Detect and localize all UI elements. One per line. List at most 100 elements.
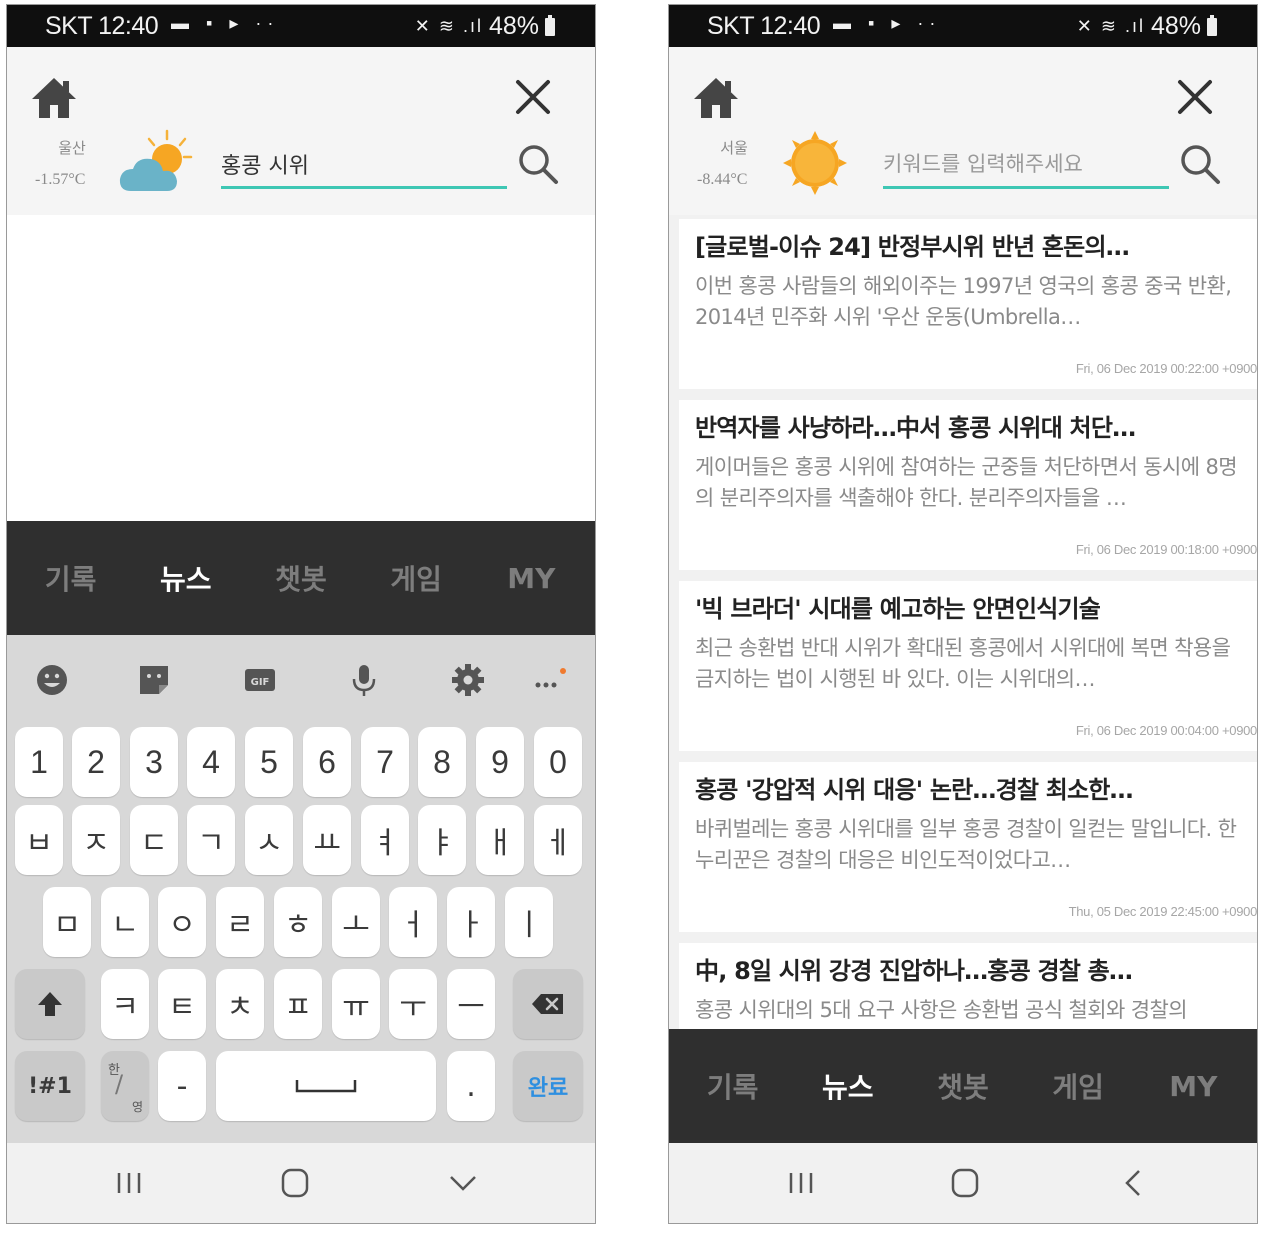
key-pieup[interactable]: ㅍ [274,969,322,1039]
key-ieung[interactable]: ㅇ [158,887,206,957]
key-4[interactable]: 4 [187,727,235,797]
search-input[interactable] [221,146,507,182]
key-o[interactable]: ㅗ [332,887,380,957]
key-ae[interactable]: ㅐ [476,805,524,875]
weather-temperature: -1.57°C [35,171,86,188]
tab-history[interactable]: 기록 [16,558,126,598]
news-date: Thu, 05 Dec 2019 22:45:00 +0900 [1068,904,1257,919]
back-icon[interactable] [1113,1165,1153,1201]
recent-apps-icon[interactable] [781,1165,821,1201]
hide-keyboard-chevron-icon[interactable] [443,1165,483,1201]
news-card[interactable]: 中, 8일 시위 강경 진압하나…홍콩 경찰 총… 홍콩 시위대의 5대 요구 … [679,943,1257,1029]
lang-english-label: 영 [131,1100,143,1114]
battery-icon [545,14,555,36]
emoji-icon[interactable] [35,663,69,697]
tab-my[interactable]: MY [1138,1070,1248,1103]
key-yu[interactable]: ㅠ [332,969,380,1039]
key-yeo[interactable]: ㅕ [361,805,409,875]
key-3[interactable]: 3 [130,727,178,797]
news-date: Fri, 06 Dec 2019 00:22:00 +0900 [1075,361,1257,376]
dash-key[interactable]: - [158,1051,206,1121]
key-ya[interactable]: ㅑ [418,805,466,875]
key-eu[interactable]: ㅡ [447,969,495,1039]
backspace-key[interactable] [513,969,583,1039]
recent-apps-icon[interactable] [109,1165,149,1201]
key-9[interactable]: 9 [476,727,524,797]
key-digeut[interactable]: ㄷ [130,805,178,875]
search-field[interactable] [221,139,507,189]
key-0[interactable]: 0 [534,727,582,797]
status-bar: SKT 12:40 ▬ ▪ ▸ ·· ✕ ≋ .ıl 48% [669,5,1257,47]
search-field[interactable] [883,139,1169,189]
more-options-icon[interactable] [533,663,567,697]
language-toggle-key[interactable]: 한 / 영 [101,1051,149,1121]
home-icon[interactable] [29,75,79,121]
key-1[interactable]: 1 [15,727,63,797]
tab-history[interactable]: 기록 [678,1066,788,1106]
key-eo[interactable]: ㅓ [389,887,437,957]
bottom-tab-bar: 기록 뉴스 챗봇 게임 MY [669,1029,1257,1143]
search-icon[interactable] [1179,143,1221,185]
gif-icon[interactable]: GIF [243,663,277,697]
key-chieut[interactable]: ㅊ [216,969,264,1039]
key-yo[interactable]: ㅛ [303,805,351,875]
done-key[interactable]: 완료 [513,1051,583,1121]
news-summary: 최근 송환법 반대 시위가 확대된 홍콩에서 시위대에 복면 착용을 금지하는 … [695,636,1231,691]
key-5[interactable]: 5 [245,727,293,797]
space-key[interactable] [216,1051,436,1121]
search-input[interactable] [883,146,1169,182]
tab-news[interactable]: 뉴스 [793,1066,903,1106]
tab-game[interactable]: 게임 [1023,1066,1133,1106]
sticker-icon[interactable] [137,663,171,697]
close-icon[interactable] [1177,79,1213,115]
tab-chatbot[interactable]: 챗봇 [246,558,356,598]
close-icon[interactable] [515,79,551,115]
key-hieut[interactable]: ㅎ [274,887,322,957]
tab-news[interactable]: 뉴스 [131,558,241,598]
keyboard-toolbar: GIF [7,635,595,721]
app-header: 울산 -1.57°C [7,47,595,215]
key-8[interactable]: 8 [418,727,466,797]
search-icon[interactable] [517,143,559,185]
key-tieut[interactable]: ㅌ [158,969,206,1039]
key-6[interactable]: 6 [303,727,351,797]
tab-game[interactable]: 게임 [361,558,471,598]
bottom-tab-bar: 기록 뉴스 챗봇 게임 MY [7,521,595,635]
signal-icons: ✕ ≋ .ıl [1076,16,1145,36]
key-kieuk[interactable]: ㅋ [101,969,149,1039]
settings-gear-icon[interactable] [451,663,485,697]
symbols-key[interactable]: !#1 [15,1051,85,1121]
news-card[interactable]: '빅 브라더' 시대를 예고하는 안면인식기술 최근 송환법 반대 시위가 확대… [679,581,1257,751]
backspace-icon [532,994,563,1014]
key-rieul[interactable]: ㄹ [216,887,264,957]
tab-my[interactable]: MY [476,562,586,595]
period-key[interactable]: . [447,1051,495,1121]
key-7[interactable]: 7 [361,727,409,797]
key-bieup[interactable]: ㅂ [15,805,63,875]
key-siot[interactable]: ㅅ [245,805,293,875]
notification-icons: ▬ ▪ ▸ ·· [833,13,942,33]
key-e[interactable]: ㅔ [534,805,582,875]
key-a[interactable]: ㅏ [447,887,495,957]
news-card[interactable]: 반역자를 사냥하라…中서 홍콩 시위대 처단… 게이머들은 홍콩 시위에 참여하… [679,400,1257,570]
news-card[interactable]: 홍콩 '강압적 시위 대응' 논란…경찰 최소한… 바퀴벌레는 홍콩 시위대를 … [679,762,1257,932]
home-button-icon[interactable] [945,1165,985,1201]
home-button-icon[interactable] [275,1165,315,1201]
phone-screen-news-list: SKT 12:40 ▬ ▪ ▸ ·· ✕ ≋ .ıl 48% 서울 -8.44°… [668,4,1258,1224]
keyboard-row-1: ㅂ ㅈ ㄷ ㄱ ㅅ ㅛ ㅕ ㅑ ㅐ ㅔ [7,805,595,877]
key-i[interactable]: ㅣ [505,887,553,957]
key-mieum[interactable]: ㅁ [43,887,91,957]
microphone-icon[interactable] [347,663,381,697]
key-jieut[interactable]: ㅈ [72,805,120,875]
key-nieun[interactable]: ㄴ [101,887,149,957]
home-icon[interactable] [691,75,741,121]
weather-city: 울산 [58,139,86,157]
shift-key[interactable] [15,969,85,1039]
tab-chatbot[interactable]: 챗봇 [908,1066,1018,1106]
key-giyeok[interactable]: ㄱ [187,805,235,875]
news-card[interactable]: [글로벌-이슈 24] 반정부시위 반년 혼돈의… 이번 홍콩 사람들의 해외이… [679,219,1257,389]
space-bar-icon [295,1080,357,1093]
sunny-icon [783,131,847,195]
key-2[interactable]: 2 [72,727,120,797]
key-u[interactable]: ㅜ [389,969,437,1039]
